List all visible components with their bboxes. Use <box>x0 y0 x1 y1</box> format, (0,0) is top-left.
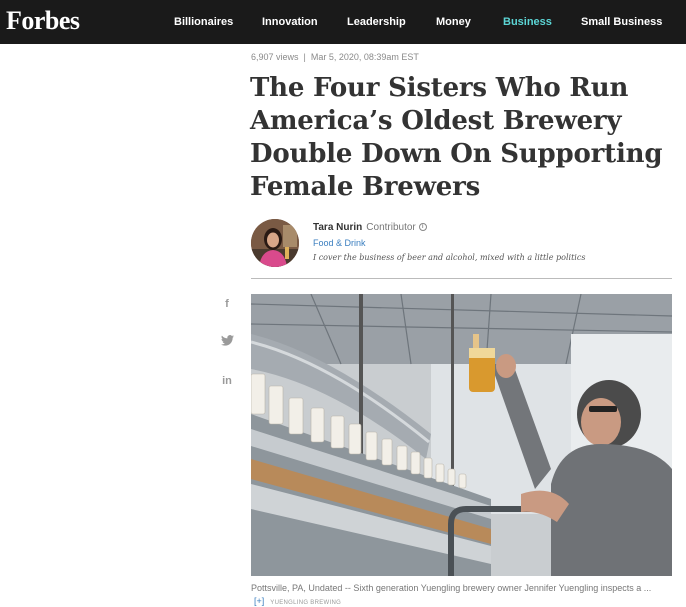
info-icon[interactable]: i <box>418 223 427 232</box>
hero-image <box>251 294 672 576</box>
nav-innovation[interactable]: Innovation <box>262 0 318 44</box>
author-name-line: Tara Nurin Contributor i <box>313 222 427 233</box>
author-bio: I cover the business of beer and alcohol… <box>313 253 586 262</box>
article-meta: 6,907 views | Mar 5, 2020, 08:39am EST <box>251 52 419 62</box>
nav-billionaires[interactable]: Billionaires <box>174 0 233 44</box>
nav-leadership[interactable]: Leadership <box>347 0 406 44</box>
caption-expand-button[interactable]: [+] <box>254 596 264 606</box>
photo-credit: YUENGLING BREWING <box>270 600 342 606</box>
twitter-icon[interactable] <box>220 335 234 349</box>
meta-separator: | <box>303 52 306 62</box>
top-nav-bar: Forbes Billionaires Innovation Leadershi… <box>0 0 686 44</box>
view-count: 6,907 views <box>251 52 299 62</box>
author-topic-link[interactable]: Food & Drink <box>313 238 366 248</box>
facebook-icon[interactable]: f <box>220 297 234 311</box>
article-headline: The Four Sisters Who Run America’s Oldes… <box>250 73 663 202</box>
forbes-logo[interactable]: Forbes <box>6 6 80 36</box>
publish-date: Mar 5, 2020, 08:39am EST <box>310 52 419 62</box>
author-role: Contributor <box>366 222 416 233</box>
author-name[interactable]: Tara Nurin <box>313 222 362 233</box>
nav-small-business[interactable]: Small Business <box>581 0 662 44</box>
nav-money[interactable]: Money <box>436 0 471 44</box>
linkedin-icon[interactable]: in <box>220 374 234 388</box>
author-avatar[interactable] <box>251 219 299 267</box>
caption-text: Pottsville, PA, Undated -- Sixth generat… <box>251 583 652 593</box>
nav-business[interactable]: Business <box>503 0 552 44</box>
image-caption: Pottsville, PA, Undated -- Sixth generat… <box>251 582 671 607</box>
author-divider <box>251 278 672 279</box>
